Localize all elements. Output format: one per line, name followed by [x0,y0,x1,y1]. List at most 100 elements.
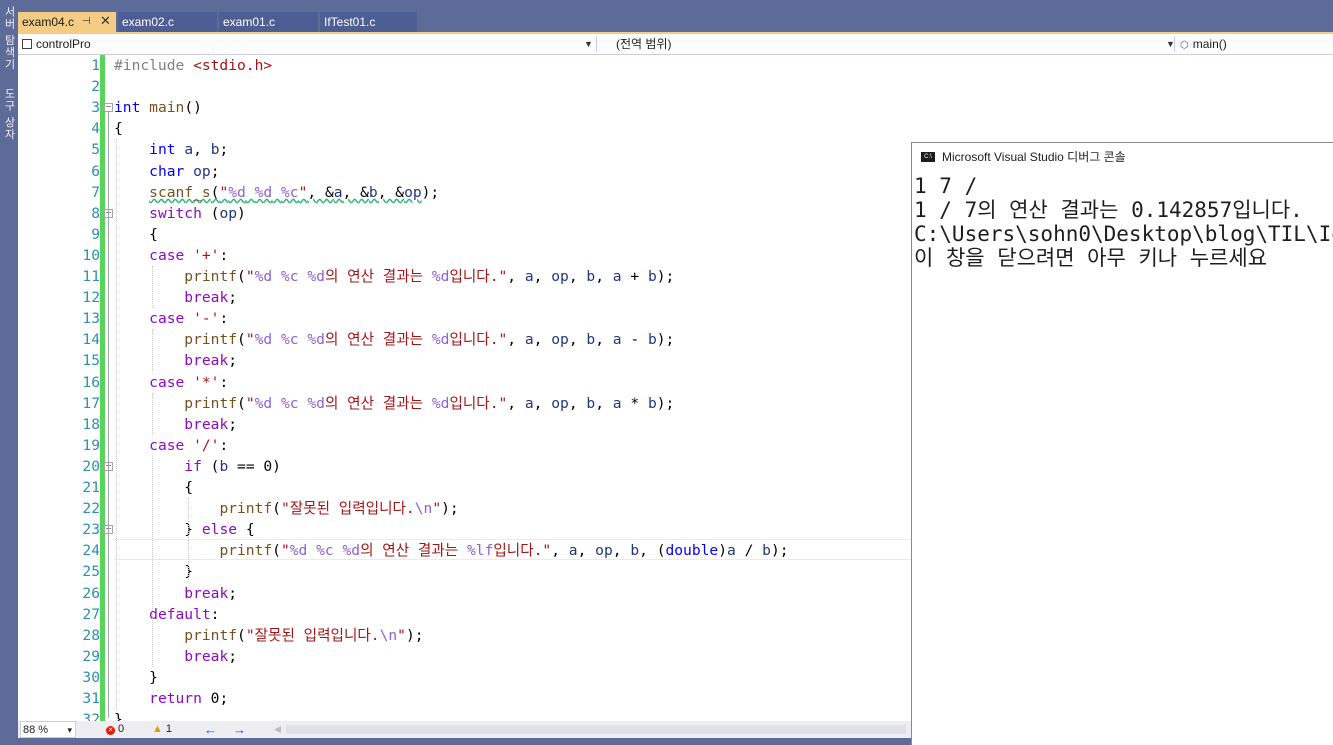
code-token: , [193,141,211,158]
code-token: scanf_s [149,184,211,201]
code-line[interactable]: { [114,118,123,139]
indent-guide [116,139,117,709]
code-token: , [551,542,569,559]
code-line[interactable]: case '-': [114,308,228,329]
code-line[interactable]: switch (op) [114,203,246,224]
zoom-dropdown[interactable]: 88 % ▾ [20,721,76,738]
code-token: } [114,563,194,580]
indent-guide [152,393,153,435]
code-token: : [219,437,229,454]
code-token: main [149,99,185,116]
line-number: 20 [82,458,100,475]
code-line[interactable]: } [114,709,123,721]
code-token: 입니다." [449,395,508,412]
code-token: %d [307,395,325,412]
toolbox-tab[interactable]: 도구 상자 [1,88,17,141]
code-token: op [404,184,422,201]
code-token: { [114,226,158,243]
code-line[interactable]: printf("%d %c %d의 연산 결과는 %d입니다.", a, op,… [114,393,674,414]
code-token: printf [184,268,238,285]
code-line[interactable]: break; [114,583,237,604]
server-explorer-tab[interactable]: 서버 탐색기 [1,6,17,71]
divider [596,36,597,52]
code-line[interactable]: printf("%d %c %d의 연산 결과는 %lf입니다.", a, op… [114,540,789,561]
code-token: / [735,542,763,559]
code-token: %d [431,331,450,348]
tab-iftest01[interactable]: IfTest01.c [320,12,417,32]
tab-exam01[interactable]: exam01.c [219,12,318,32]
code-token: printf [184,395,238,412]
left-tool-strip: 서버 탐색기 도구 상자 [0,0,18,744]
code-line[interactable]: printf("잘못된 입력입니다.\n"); [114,625,424,646]
code-token: ); [770,542,789,559]
code-line[interactable]: printf("잘못된 입력입니다.\n"); [114,498,458,519]
code-token: default [149,606,211,623]
code-line[interactable]: { [114,477,193,498]
code-line[interactable]: #include <stdio.h> [114,55,272,76]
code-token: return [149,690,202,707]
project-dropdown[interactable]: controlPro ▼ [22,34,593,54]
project-icon [22,39,32,49]
scroll-left-icon[interactable]: ◀ [274,721,281,738]
close-icon[interactable]: ✕ [100,11,111,31]
code-line[interactable]: break; [114,414,237,435]
code-line[interactable]: break; [114,350,237,371]
scope-dropdown[interactable]: (전역 범위) ▼ [616,34,1178,54]
member-dropdown[interactable]: ⬡ main() [1180,34,1330,54]
code-token: a [612,268,622,285]
code-token: %d [254,331,273,348]
console-title-bar[interactable]: C:\ Microsoft Visual Studio 디버그 콘솔 [912,143,1333,171]
code-token: , [533,331,552,348]
code-line[interactable]: printf("%d %c %d의 연산 결과는 %d입니다.", a, op,… [114,266,674,287]
navigate-forward-button[interactable]: → [233,721,246,738]
code-line[interactable]: printf("%d %c %d의 연산 결과는 %d입니다.", a, op,… [114,329,674,350]
code-token: () [184,99,202,116]
tab-exam02[interactable]: exam02.c [118,12,217,32]
code-token: switch [149,205,202,222]
code-line[interactable]: if (b == 0) [114,456,281,477]
code-token: ) [718,542,727,559]
code-token: ); [405,627,424,644]
navigate-back-button[interactable]: ← [204,721,217,738]
error-count[interactable]: ✕ 0 [106,721,124,738]
code-line[interactable]: break; [114,646,237,667]
code-line[interactable]: } [114,667,158,688]
horizontal-scrollbar[interactable] [286,725,906,734]
code-line[interactable]: break; [114,287,237,308]
code-line[interactable]: scanf_s("%d %d %c", &a, &b, &op); [114,182,439,203]
code-token: %c [316,542,334,559]
code-token: a [612,331,622,348]
tab-exam04[interactable]: exam04.c ⊣ ✕ [18,12,116,32]
code-line[interactable]: { [114,224,158,245]
code-line[interactable]: case '*': [114,372,228,393]
code-line[interactable]: case '/': [114,435,228,456]
code-line[interactable]: default: [114,604,219,625]
code-line[interactable]: case '+': [114,245,228,266]
code-token: double [665,542,719,559]
code-line[interactable]: return 0; [114,688,228,709]
warning-count-value: 1 [165,723,173,735]
code-line[interactable]: int a, b; [114,139,228,160]
code-line[interactable]: } [114,561,193,582]
code-token: } [114,711,123,721]
collapse-icon[interactable]: − [104,103,113,112]
code-line[interactable]: } else { [114,519,254,540]
code-token: %d [307,331,325,348]
code-line[interactable]: char op; [114,161,219,182]
pin-icon[interactable]: ⊣ [82,12,91,32]
code-token: : [210,606,220,623]
debug-console-window[interactable]: C:\ Microsoft Visual Studio 디버그 콘솔 1 7 /… [911,142,1333,745]
warning-count[interactable]: ▲ 1 [152,721,172,738]
console-title: Microsoft Visual Studio 디버그 콘솔 [942,150,1126,164]
code-token: %d [342,542,361,559]
code-line[interactable]: int main() [114,97,202,118]
